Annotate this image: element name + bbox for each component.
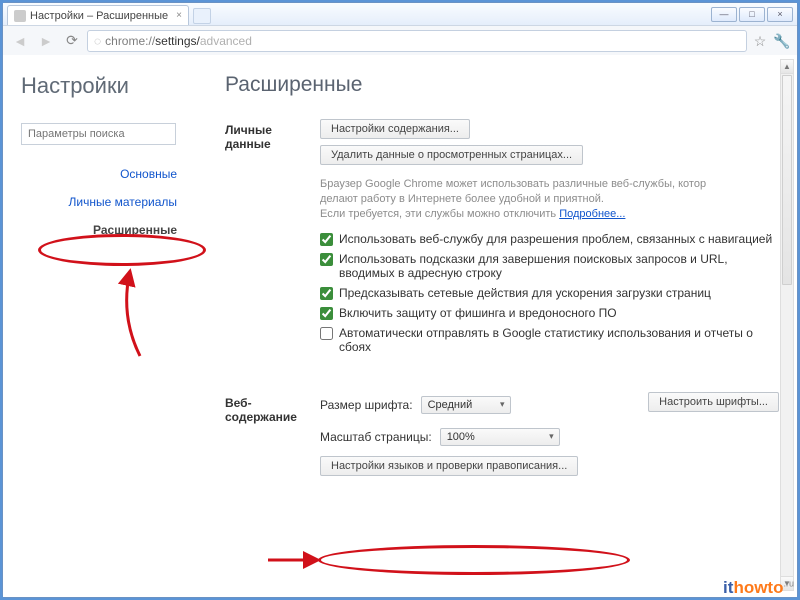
settings-search-input[interactable] <box>21 123 176 145</box>
globe-icon: ◌ <box>94 34 101 48</box>
vertical-scrollbar[interactable]: ▲ ▼ <box>780 59 794 591</box>
maximize-button[interactable]: □ <box>739 7 765 22</box>
section-webcontent-label: Веб-содержание <box>225 392 320 482</box>
url-host: settings/ <box>155 34 200 48</box>
page-title: Расширенные <box>225 73 785 97</box>
sidebar-title: Настройки <box>21 73 193 99</box>
scrollbar-thumb[interactable] <box>782 75 792 285</box>
sidebar-item-advanced[interactable]: Расширенные <box>21 219 193 241</box>
content-settings-button[interactable]: Настройки содержания... <box>320 119 470 139</box>
sidebar-item-basic[interactable]: Основные <box>21 163 193 185</box>
font-size-label: Размер шрифта: <box>320 398 413 412</box>
settings-sidebar: Настройки Основные Личные материалы Расш… <box>3 55 203 597</box>
font-size-select[interactable]: Средний <box>421 396 511 414</box>
back-button[interactable]: ◄ <box>9 30 31 52</box>
sidebar-item-personal[interactable]: Личные материалы <box>21 191 193 213</box>
section-webcontent: Веб-содержание Размер шрифта: Средний На… <box>225 392 785 482</box>
wrench-icon[interactable]: 🔧 <box>773 32 791 50</box>
page-zoom-label: Масштаб страницы: <box>320 430 432 444</box>
reload-button[interactable]: ⟳ <box>61 30 83 52</box>
check-stats[interactable]: Автоматически отправлять в Google статис… <box>320 326 785 354</box>
check-nav-errors[interactable]: Использовать веб-службу для разрешения п… <box>320 232 785 246</box>
check-predict[interactable]: Предсказывать сетевые действия для ускор… <box>320 286 785 300</box>
forward-button[interactable]: ► <box>35 30 57 52</box>
scroll-up-button[interactable]: ▲ <box>781 60 793 74</box>
language-settings-button[interactable]: Настройки языков и проверки правописания… <box>320 456 578 476</box>
settings-main: Расширенные Личные данные Настройки соде… <box>203 55 797 597</box>
check-phishing[interactable]: Включить защиту от фишинга и вредоносног… <box>320 306 785 320</box>
toolbar: ◄ ► ⟳ ◌ chrome://settings/advanced ☆ 🔧 <box>3 25 797 55</box>
tab-favicon <box>14 10 26 22</box>
titlebar: Настройки – Расширенные × — □ × <box>3 3 797 25</box>
customize-fonts-button[interactable]: Настроить шрифты... <box>648 392 779 412</box>
learn-more-link[interactable]: Подробнее... <box>559 208 625 220</box>
close-button[interactable]: × <box>767 7 793 22</box>
browser-tab[interactable]: Настройки – Расширенные × <box>7 5 189 25</box>
privacy-description: Браузер Google Chrome может использовать… <box>320 177 785 222</box>
bookmark-icon[interactable]: ☆ <box>751 32 769 50</box>
url-path: advanced <box>200 34 252 48</box>
tab-title: Настройки – Расширенные <box>30 10 168 22</box>
minimize-button[interactable]: — <box>711 7 737 22</box>
tab-close-icon[interactable]: × <box>176 10 182 21</box>
new-tab-button[interactable] <box>193 8 211 24</box>
section-privacy-label: Личные данные <box>225 119 320 360</box>
section-privacy: Личные данные Настройки содержания... Уд… <box>225 119 785 360</box>
scroll-down-button[interactable]: ▼ <box>781 576 793 590</box>
page-zoom-select[interactable]: 100% <box>440 428 560 446</box>
check-suggestions[interactable]: Использовать подсказки для завершения по… <box>320 252 785 280</box>
url-protocol: chrome:// <box>105 34 155 48</box>
address-bar[interactable]: ◌ chrome://settings/advanced <box>87 30 747 52</box>
clear-browsing-data-button[interactable]: Удалить данные о просмотренных страницах… <box>320 145 583 165</box>
